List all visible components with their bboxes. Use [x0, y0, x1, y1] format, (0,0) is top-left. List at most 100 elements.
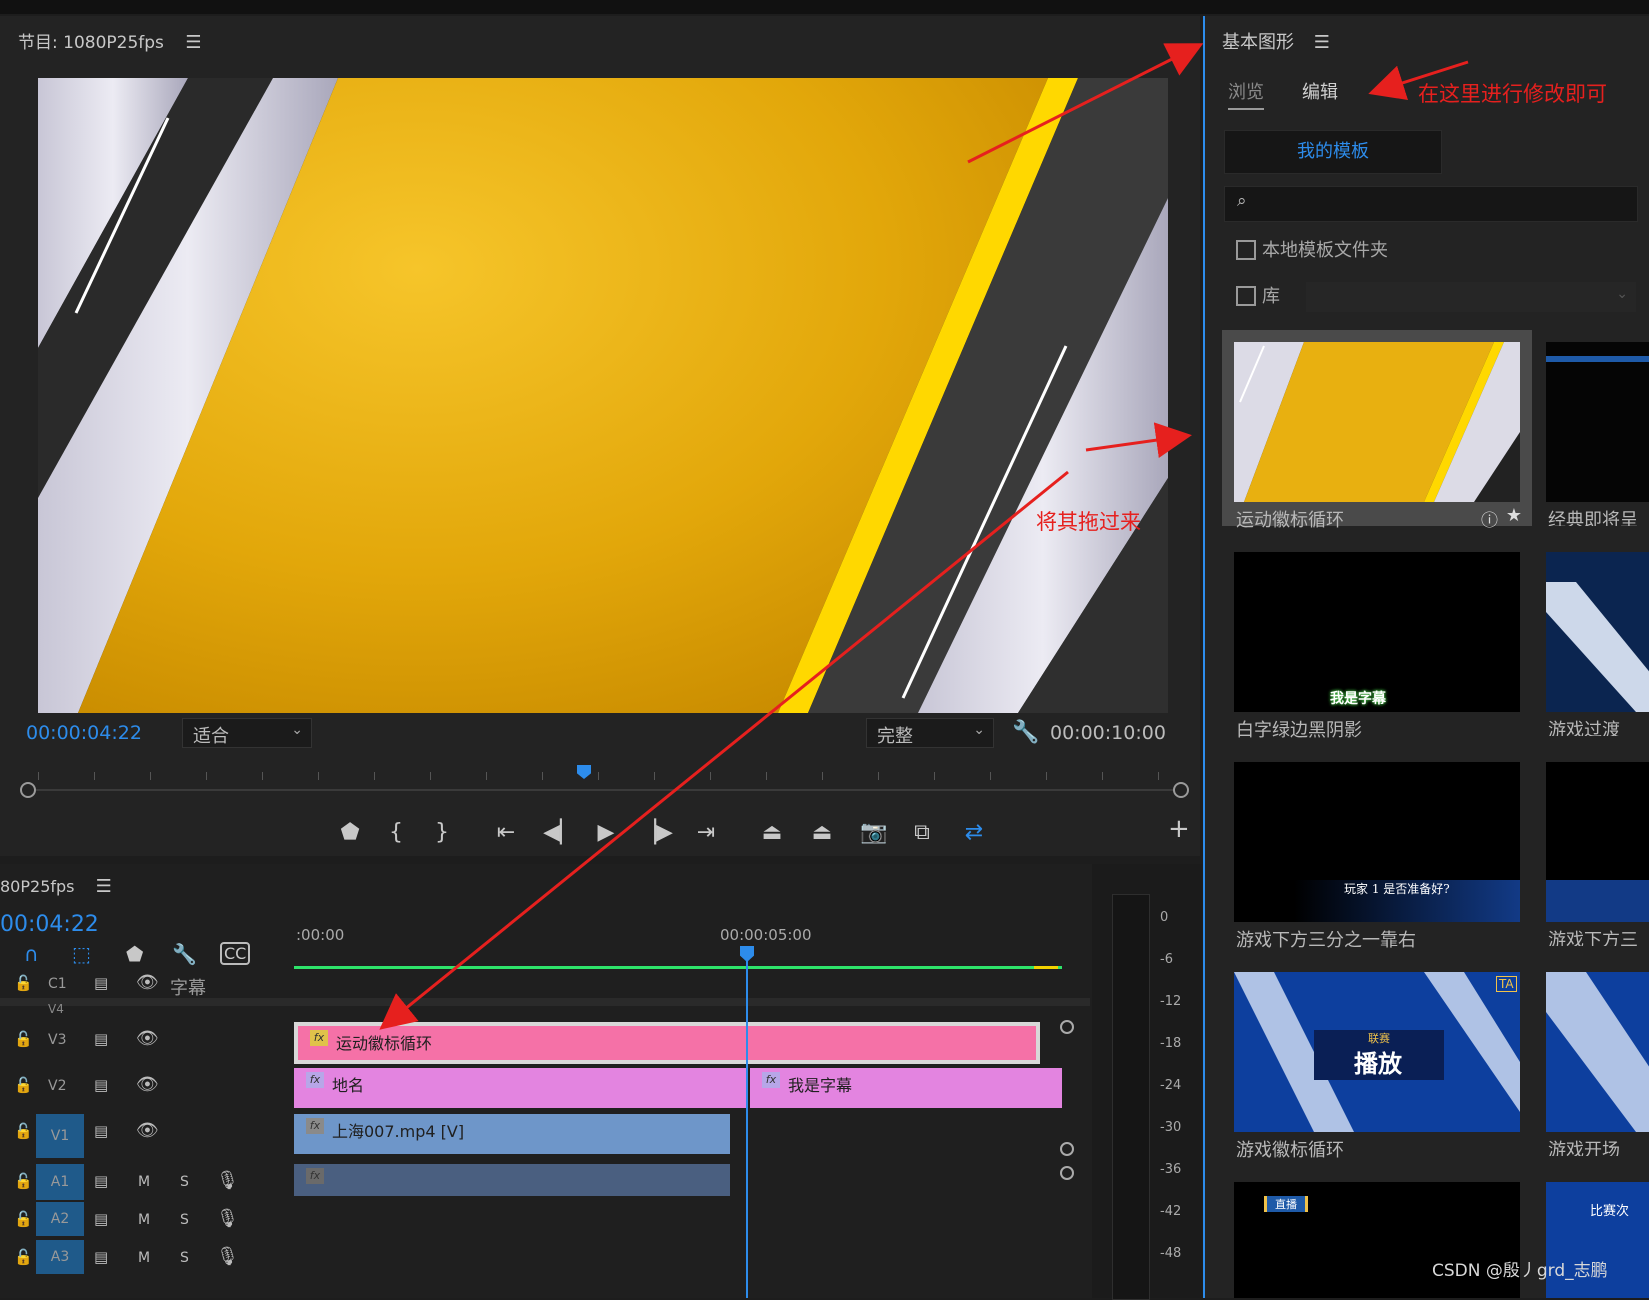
- template-tile[interactable]: 联赛 播放 TA 游戏徽标循环: [1222, 960, 1532, 1161]
- extract-icon[interactable]: ⏏: [802, 814, 842, 852]
- settings-wrench-icon[interactable]: 🔧: [1012, 720, 1039, 745]
- info-icon[interactable]: ⓘ: [1481, 506, 1498, 531]
- zoom-handle[interactable]: [1060, 1166, 1074, 1180]
- watermark: CSDN @殷丿grd_志鹏: [1432, 1261, 1608, 1281]
- scrub-end-handle[interactable]: [1173, 782, 1189, 798]
- zoom-handle[interactable]: [1060, 1142, 1074, 1156]
- template-tile[interactable]: 游戏过渡: [1534, 540, 1649, 736]
- sync-lock-icon[interactable]: ▤: [94, 1210, 108, 1228]
- panel-menu-icon[interactable]: ☰: [96, 876, 112, 897]
- add-marker-icon[interactable]: ⬟: [126, 942, 143, 966]
- track-label[interactable]: A1: [36, 1164, 84, 1200]
- button-editor-plus-icon[interactable]: +: [1168, 814, 1190, 844]
- track-header-v1[interactable]: 🔓 V1 ▤ 👁: [0, 1114, 290, 1158]
- linked-selection-icon[interactable]: ⬚: [72, 942, 91, 966]
- track-label[interactable]: A2: [36, 1202, 84, 1236]
- library-checkbox[interactable]: [1236, 286, 1256, 306]
- track-header-v2[interactable]: 🔓 V2 ▤ 👁: [0, 1068, 290, 1112]
- sync-lock-icon[interactable]: ▤: [94, 974, 108, 992]
- go-to-in-icon[interactable]: ⇤: [486, 814, 526, 852]
- timeline-settings-wrench-icon[interactable]: 🔧: [172, 942, 197, 966]
- sync-lock-icon[interactable]: ▤: [94, 1172, 108, 1190]
- template-overlay-text: 播放: [1354, 1050, 1402, 1078]
- essential-graphics-title[interactable]: 基本图形 ☰: [1222, 28, 1330, 54]
- microphone-icon[interactable]: 🎙: [216, 1246, 239, 1267]
- microphone-icon[interactable]: 🎙: [216, 1208, 239, 1229]
- scrub-start-handle[interactable]: [20, 782, 36, 798]
- microphone-icon[interactable]: 🎙: [216, 1170, 239, 1191]
- lock-icon[interactable]: 🔓: [14, 974, 33, 992]
- star-icon[interactable]: ★: [1506, 505, 1522, 526]
- timeline-clip-v2-a[interactable]: fx 地名: [294, 1068, 746, 1108]
- add-marker-icon[interactable]: ⬟: [330, 814, 370, 852]
- playback-resolution-select[interactable]: 完整 ⌄: [866, 718, 994, 748]
- mark-out-icon[interactable]: }: [422, 814, 462, 852]
- tab-edit[interactable]: 编辑: [1302, 78, 1338, 104]
- timeline-title[interactable]: 80P25fps ☰: [0, 876, 112, 897]
- template-tile[interactable]: 我是字幕 白字绿边黑阴影: [1222, 540, 1532, 741]
- template-tile[interactable]: 运动徽标循环 ⓘ ★: [1222, 330, 1532, 531]
- zoom-handle[interactable]: [1060, 1020, 1074, 1034]
- library-select[interactable]: ⌄: [1306, 282, 1636, 312]
- template-search-input[interactable]: ⌕: [1224, 186, 1638, 222]
- timeline-clip-a1[interactable]: fx: [294, 1164, 730, 1196]
- comparison-view-icon[interactable]: ⧉: [902, 814, 942, 852]
- track-header-a3[interactable]: 🔓 A3 ▤ M S 🎙: [0, 1240, 290, 1284]
- step-forward-icon[interactable]: ▕▶: [636, 814, 676, 852]
- zoom-fit-select[interactable]: 适合 ⌄: [182, 718, 312, 748]
- lock-icon[interactable]: 🔓: [14, 1030, 33, 1048]
- snap-magnet-icon[interactable]: ∩: [24, 942, 39, 966]
- export-frame-camera-icon[interactable]: 📷: [854, 814, 894, 852]
- template-tile[interactable]: 游戏开场: [1534, 960, 1649, 1156]
- template-name: 游戏下方三分之一靠右: [1236, 930, 1416, 951]
- timeline-clip-v1[interactable]: fx 上海007.mp4 [V]: [294, 1114, 730, 1154]
- solo-button[interactable]: S: [180, 1212, 189, 1228]
- local-templates-checkbox[interactable]: [1236, 240, 1256, 260]
- toggle-proxies-icon[interactable]: ⇄: [954, 814, 994, 852]
- eye-icon[interactable]: 👁: [136, 1074, 159, 1095]
- timeline-timecode[interactable]: 00:04:22: [0, 912, 99, 937]
- sync-lock-icon[interactable]: ▤: [94, 1076, 108, 1094]
- template-tile[interactable]: 游戏下方三: [1534, 750, 1649, 946]
- panel-menu-icon[interactable]: ☰: [1314, 32, 1330, 53]
- video-preview[interactable]: [38, 78, 1168, 713]
- timeline-clip-v3[interactable]: fx 运动徽标循环: [294, 1022, 1040, 1064]
- go-to-out-icon[interactable]: ⇥: [686, 814, 726, 852]
- mute-button[interactable]: M: [138, 1250, 150, 1266]
- eye-icon[interactable]: 👁: [136, 1120, 159, 1141]
- mark-in-icon[interactable]: {: [376, 814, 416, 852]
- eye-icon[interactable]: 👁: [136, 1028, 159, 1049]
- play-icon[interactable]: ▶: [586, 814, 626, 852]
- captions-cc-icon[interactable]: CC: [220, 942, 251, 965]
- timeline-clip-v2-b[interactable]: fx 我是字幕: [750, 1068, 1062, 1108]
- lock-icon[interactable]: 🔓: [14, 1248, 33, 1266]
- timeline-vertical-zoom[interactable]: [1050, 990, 1086, 1298]
- monitor-time-ruler[interactable]: [18, 766, 1182, 796]
- lock-icon[interactable]: 🔓: [14, 1210, 33, 1228]
- panel-menu-icon[interactable]: ☰: [185, 32, 201, 53]
- template-thumbnail: [1546, 762, 1649, 922]
- playhead-timecode[interactable]: 00:00:04:22: [26, 722, 142, 744]
- lift-icon[interactable]: ⏏: [752, 814, 792, 852]
- track-label[interactable]: A3: [36, 1240, 84, 1274]
- lock-icon[interactable]: 🔓: [14, 1172, 33, 1190]
- step-back-icon[interactable]: ◀▏: [540, 814, 580, 852]
- template-tile[interactable]: 玩家 1 是否准备好? 游戏下方三分之一靠右: [1222, 750, 1532, 951]
- mute-button[interactable]: M: [138, 1212, 150, 1228]
- solo-button[interactable]: S: [180, 1174, 189, 1190]
- monitor-scrub-bar[interactable]: [20, 782, 1189, 798]
- mute-button[interactable]: M: [138, 1174, 150, 1190]
- solo-button[interactable]: S: [180, 1250, 189, 1266]
- template-tile[interactable]: 经典即将呈: [1534, 330, 1649, 526]
- eye-icon[interactable]: 👁: [136, 972, 159, 993]
- tab-browse[interactable]: 浏览: [1228, 78, 1264, 110]
- sync-lock-icon[interactable]: ▤: [94, 1122, 108, 1140]
- my-templates-button[interactable]: 我的模板: [1224, 130, 1442, 174]
- track-label[interactable]: V1: [36, 1114, 84, 1158]
- sync-lock-icon[interactable]: ▤: [94, 1248, 108, 1266]
- sync-lock-icon[interactable]: ▤: [94, 1030, 108, 1048]
- lock-icon[interactable]: 🔓: [14, 1122, 33, 1140]
- lock-icon[interactable]: 🔓: [14, 1076, 33, 1094]
- program-monitor-title[interactable]: 节目: 1080P25fps ☰: [18, 28, 201, 53]
- track-header-v3[interactable]: 🔓 V3 ▤ 👁: [0, 1022, 290, 1066]
